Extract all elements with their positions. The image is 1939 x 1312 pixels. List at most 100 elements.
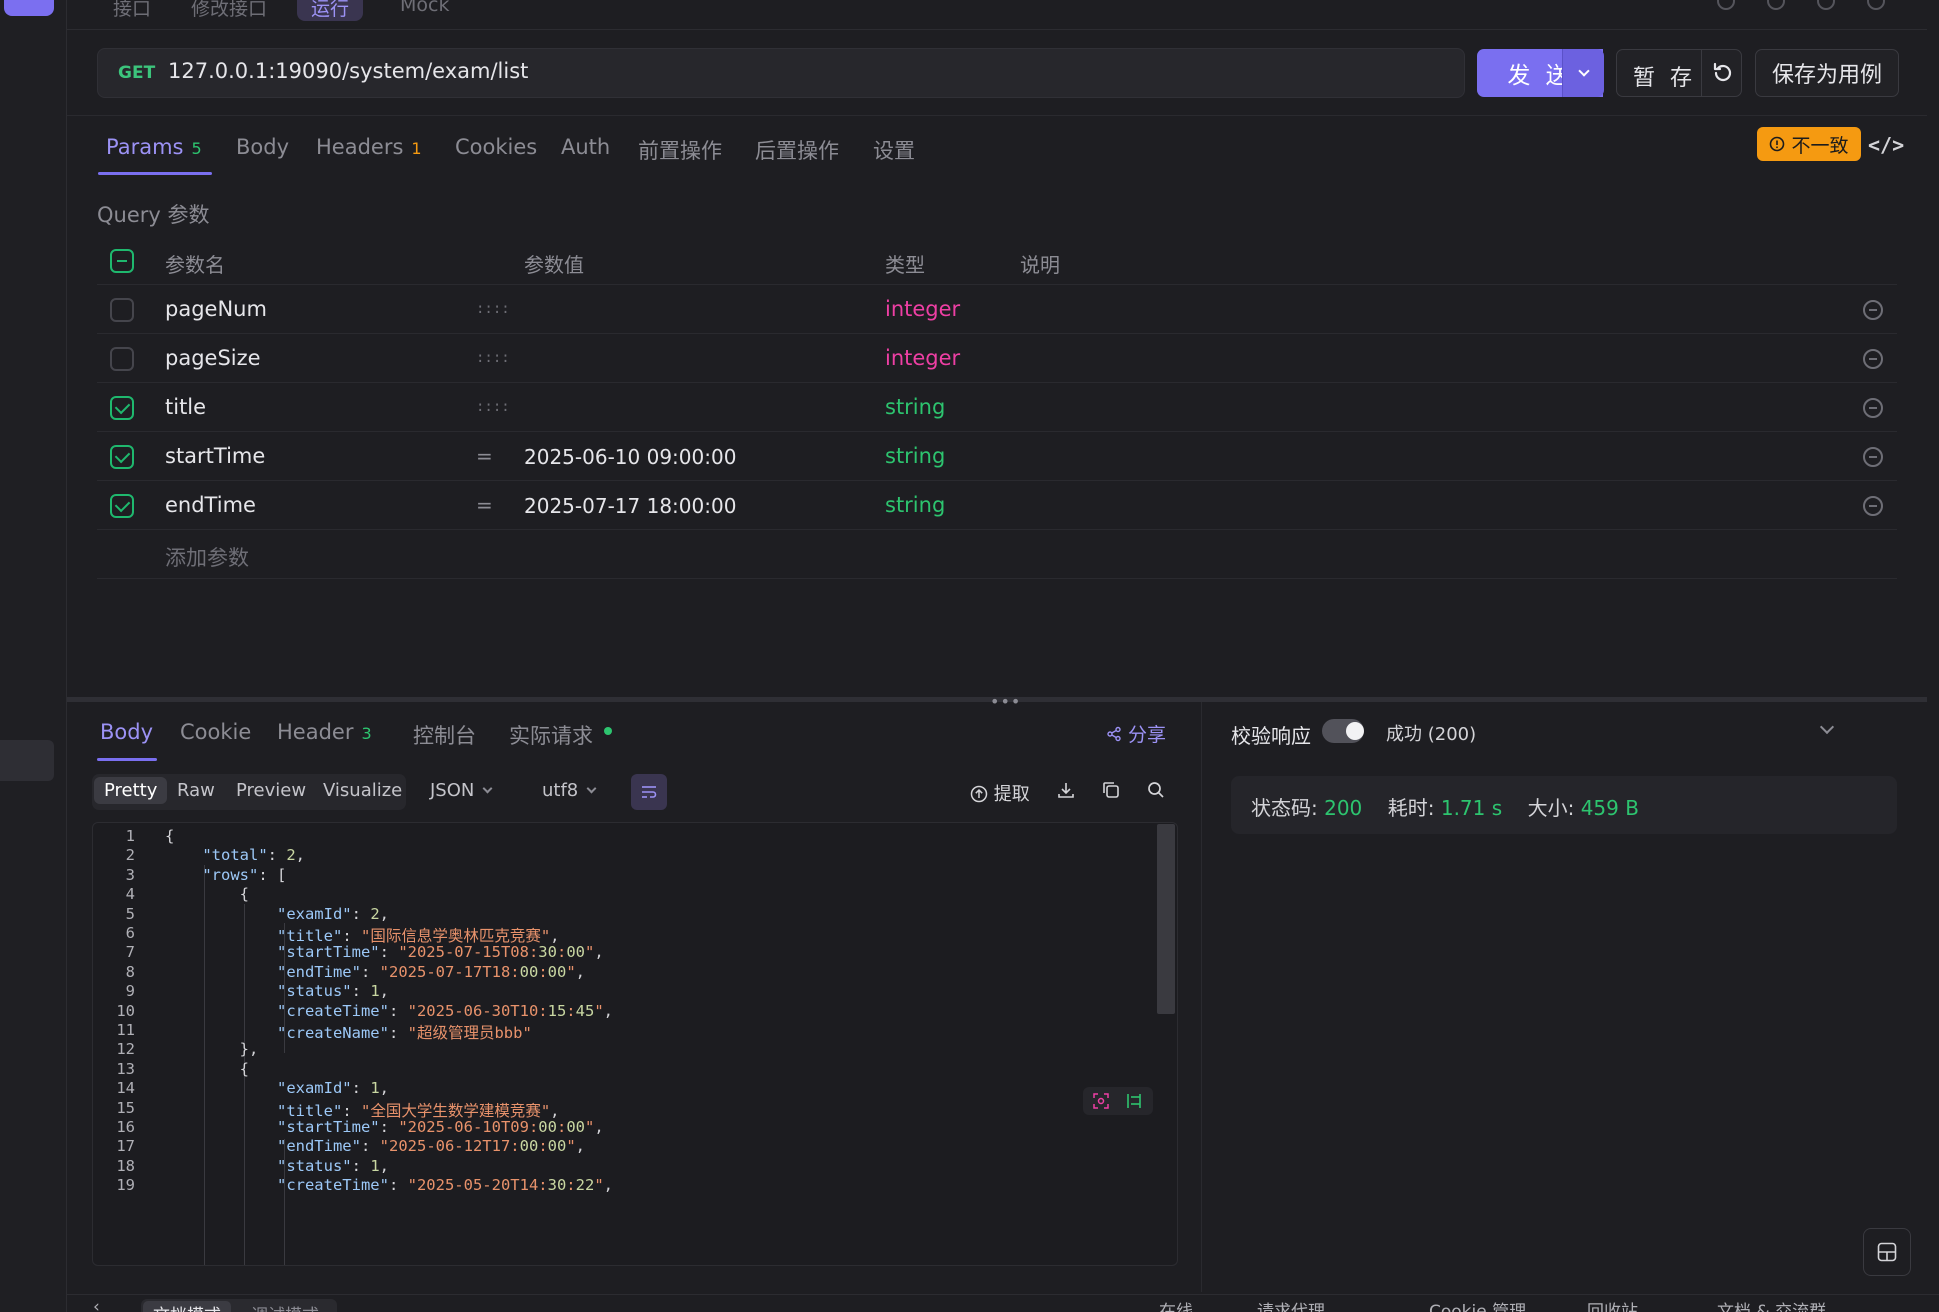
remove-param-icon[interactable] <box>1863 496 1883 516</box>
response-tab-cookie[interactable]: Cookie <box>180 720 251 744</box>
drag-handle-icon[interactable]: :::: <box>476 301 510 317</box>
param-type[interactable]: string <box>885 444 945 468</box>
response-body-code-view[interactable]: 1 {2 "total": 2, 3 "rows": [4 {5 "examId":… <box>92 822 1178 1266</box>
param-checkbox[interactable] <box>110 298 134 322</box>
collapse-icon[interactable]: ‹ <box>93 1297 100 1312</box>
tab-mock[interactable]: Mock <box>400 0 449 16</box>
select-all-checkbox[interactable] <box>110 249 134 273</box>
layout-toggle-button[interactable] <box>1863 1228 1911 1276</box>
equals-icon: = <box>476 493 493 517</box>
request-proxy[interactable]: 请求代理 <box>1257 1297 1325 1312</box>
http-method[interactable]: GET <box>118 63 155 83</box>
drag-handle-icon[interactable]: :::: <box>476 350 510 366</box>
validate-response-label: 校验响应 <box>1231 724 1311 748</box>
tab-post-ops[interactable]: 后置操作 <box>755 135 839 165</box>
recycle-bin[interactable]: 回收站 <box>1587 1297 1638 1312</box>
tab-api[interactable]: 接口 <box>113 0 151 21</box>
send-dropdown-button[interactable] <box>1562 49 1604 97</box>
tab-cookies[interactable]: Cookies <box>455 135 537 159</box>
search-icon[interactable] <box>1146 780 1166 800</box>
toggle-knob[interactable] <box>1346 722 1364 740</box>
url-input[interactable]: 127.0.0.1:19090/system/exam/list <box>168 59 528 83</box>
extract-label: 提取 <box>993 784 1030 805</box>
extract-button[interactable]: 提取 <box>970 780 1030 806</box>
drag-handle-icon[interactable]: :::: <box>476 399 510 415</box>
online-status[interactable]: 在线 <box>1159 1297 1193 1312</box>
response-tab-header[interactable]: Header 3 <box>277 720 372 744</box>
param-checkbox[interactable] <box>110 347 134 371</box>
param-checkbox[interactable] <box>110 494 134 518</box>
chevron-down-icon[interactable] <box>1819 719 1835 735</box>
response-status-box: 状态码: 200 耗时: 1.71 s 大小: 459 B <box>1231 776 1897 834</box>
code-scrollbar-thumb[interactable] <box>1157 824 1175 1014</box>
format-select[interactable]: JSON <box>430 780 493 801</box>
share-button[interactable]: 分享 <box>1106 720 1166 747</box>
view-visualize[interactable]: Visualize <box>323 780 402 801</box>
param-name[interactable]: startTime <box>165 444 265 468</box>
copy-icon[interactable] <box>1101 780 1121 800</box>
share-icon[interactable] <box>1817 0 1835 10</box>
tab-auth[interactable]: Auth <box>561 135 610 159</box>
mismatch-badge[interactable]: 不一致 <box>1757 127 1861 161</box>
encoding-select[interactable]: utf8 <box>542 780 597 801</box>
param-type[interactable]: integer <box>885 297 960 321</box>
docs-community[interactable]: 文档 & 交流群 <box>1717 1297 1826 1312</box>
status-code-value: 200 <box>1324 796 1363 820</box>
remove-param-icon[interactable] <box>1863 300 1883 320</box>
param-checkbox[interactable] <box>110 445 134 469</box>
code-line: { <box>165 885 249 904</box>
view-raw[interactable]: Raw <box>177 780 215 801</box>
view-pretty[interactable]: Pretty <box>94 777 168 804</box>
more-icon[interactable] <box>1867 0 1885 10</box>
focus-icon[interactable] <box>1092 1092 1110 1110</box>
tab-settings[interactable]: 设置 <box>873 135 915 165</box>
param-name[interactable]: title <box>165 395 206 419</box>
history-icon[interactable] <box>1717 0 1735 10</box>
debug-mode-tab[interactable]: 调试模式 <box>251 1301 319 1312</box>
tab-run[interactable]: 运行 <box>297 0 364 21</box>
stash-button[interactable]: 暂 存 <box>1633 60 1696 92</box>
param-value[interactable]: 2025-06-10 09:00:00 <box>524 445 736 469</box>
save-as-case-button[interactable]: 保存为用例 <box>1755 49 1899 97</box>
param-type[interactable]: string <box>885 395 945 419</box>
tab-body[interactable]: Body <box>236 135 289 159</box>
stash-button-group[interactable]: 暂 存 <box>1616 49 1742 97</box>
cookie-manager[interactable]: Cookie 管理 <box>1429 1297 1526 1312</box>
remove-param-icon[interactable] <box>1863 349 1883 369</box>
splitter-grip-icon[interactable]: ••• <box>990 692 1021 711</box>
rail-active-item[interactable] <box>0 740 54 781</box>
response-tab-console[interactable]: 控制台 <box>413 720 476 750</box>
tab-params[interactable]: Params 5 <box>106 135 202 159</box>
view-preview[interactable]: Preview <box>236 780 306 801</box>
remove-param-icon[interactable] <box>1863 398 1883 418</box>
param-checkbox[interactable] <box>110 396 134 420</box>
active-tab-indicator <box>97 758 157 761</box>
tab-pre-ops[interactable]: 前置操作 <box>638 135 722 165</box>
param-type[interactable]: integer <box>885 346 960 370</box>
code-icon[interactable]: </> <box>1868 133 1904 157</box>
param-name[interactable]: pageNum <box>165 297 267 321</box>
response-tab-body[interactable]: Body <box>100 720 153 744</box>
code-line: "total": 2, <box>202 846 306 865</box>
param-name[interactable]: endTime <box>165 493 256 517</box>
word-wrap-button[interactable] <box>631 774 667 810</box>
response-tab-actual-request[interactable]: 实际请求 <box>509 720 593 750</box>
param-name[interactable]: pageSize <box>165 346 261 370</box>
tab-headers[interactable]: Headers 1 <box>316 135 422 159</box>
param-type[interactable]: string <box>885 493 945 517</box>
url-bar[interactable]: GET 127.0.0.1:19090/system/exam/list <box>97 48 1465 98</box>
revert-icon[interactable] <box>1711 61 1735 85</box>
tab-edit-api[interactable]: 修改接口 <box>191 0 267 21</box>
remove-param-icon[interactable] <box>1863 447 1883 467</box>
align-icon[interactable] <box>1125 1092 1143 1110</box>
add-param-input[interactable]: 添加参数 <box>165 542 249 572</box>
validate-result-select[interactable]: 成功 (200) <box>1386 720 1476 746</box>
left-rail <box>0 0 67 1312</box>
tab-label: 控制台 <box>413 724 476 748</box>
status-dot <box>604 727 612 735</box>
param-value[interactable]: 2025-07-17 18:00:00 <box>524 494 736 518</box>
doc-mode-tab[interactable]: 文档模式 <box>143 1301 231 1312</box>
rail-add-button[interactable] <box>4 0 54 16</box>
refresh-icon[interactable] <box>1767 0 1785 10</box>
download-icon[interactable] <box>1056 780 1076 800</box>
